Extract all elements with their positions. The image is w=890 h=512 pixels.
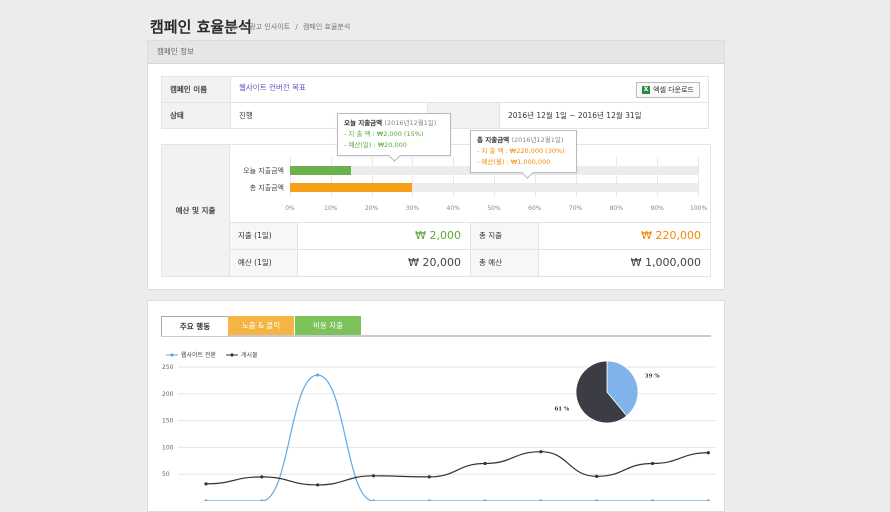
campaign-name-cell: 웹사이트 컨버전 목표 X 엑셀 다운로드 [230,76,709,103]
pie-slice-label: 39 % [645,374,661,380]
y-tick-label: 200 [162,391,174,398]
bar-label-today: 오늘 지출금액 [243,167,284,175]
axis-tick-label: 10% [324,205,338,212]
data-point [260,475,264,479]
tooltip-today-spent: - 지 출 액 : ₩2,000 (15%) [344,130,424,138]
campaign-info-card: 캠페인 정보 캠페인 이름 웹사이트 컨버전 목표 X 엑셀 다운로드 상태 진… [147,40,725,290]
y-tick-label: 50 [162,471,170,478]
spend-day-value: ₩ 2,000 [297,222,471,249]
breadcrumb-sep: / [241,23,245,31]
bar-total-spend[interactable] [290,183,413,192]
bar-track-total [290,183,698,192]
budget-total-value: ₩ 1,000,000 [538,249,711,276]
spend-total-value: ₩ 220,000 [538,222,711,249]
breadcrumb: 홈 / 광고 인사이트 / 캠페인 효율분석 [230,22,353,32]
breadcrumb-insight[interactable]: 광고 인사이트 [249,23,290,31]
axis-tick-label: 70% [568,205,583,212]
budget-section-label: 예산 및 지출 [162,145,230,276]
budget-total-label: 총 예산 [470,249,539,276]
tooltip-total-spent: - 지 출 액 : ₩220,000 (30%) [477,147,565,155]
axis-tick-label: 50% [487,205,501,212]
tooltip-today-header: 오늘 지출금액 (2016년12월1일) [344,118,444,129]
budget-day-label: 예산 (1일) [229,249,298,276]
bar-today-spend[interactable] [290,166,352,175]
campaign-name-value[interactable]: 웹사이트 컨버전 목표 [239,83,306,92]
data-point [371,474,376,478]
axis-tick-label: 40% [446,205,460,212]
tooltip-total-spend: 총 지출금액 (2016년12월1일) - 지 출 액 : ₩220,000 (… [470,130,577,179]
grid-line [698,157,699,197]
tooltip-today-date: (2016년12월1일) [384,119,437,127]
status-label: 상태 [161,102,231,129]
y-tick-label: 150 [162,418,174,425]
tooltip-total-date: (2016년12월1일) [511,136,564,144]
breadcrumb-sep: / [295,23,298,31]
campaign-name-label: 캠페인 이름 [161,76,231,103]
budget-summary: 지출 (1일) ₩ 2,000 총 지출 ₩ 220,000 예산 (1일) ₩… [229,222,711,276]
spend-total-label: 총 지출 [470,222,539,249]
series-line [205,451,709,486]
campaign-info-header: 캠페인 정보 [148,41,724,64]
data-point [427,475,431,479]
breadcrumb-home[interactable]: 홈 [230,23,236,31]
axis-tick-label: 0% [285,205,295,212]
period-value: 2016년 12월 1일 ~ 2016년 12월 31일 [499,102,709,129]
analysis-card: 주요 행동 노출 & 클릭 비용 지출 웹사이트 전환 게시물 250 200 15… [147,300,725,512]
spend-day-label: 지출 (1일) [229,222,298,249]
data-point [316,483,320,487]
tooltip-total-title: 총 지출금액 [477,136,510,144]
budget-day-value: ₩ 20,000 [297,249,471,276]
data-point [316,373,320,377]
axis-tick-label: 90% [650,205,664,212]
axis-tick-label: 20% [364,205,379,212]
data-point [595,474,599,478]
y-tick-label: 100 [162,444,174,451]
data-point [706,451,710,455]
excel-download-button[interactable]: X 엑셀 다운로드 [636,81,700,98]
data-point [650,461,655,466]
axis-tick-label: 80% [609,205,624,212]
axis-tick-label: 30% [405,205,420,212]
bar-label-total: 총 지출금액 [249,184,284,192]
axis-tick-label: 100% [690,205,708,212]
data-point [539,450,543,454]
axis-tick-label: 60% [528,205,542,212]
tooltip-total-header: 총 지출금액 (2016년12월1일) [477,135,570,146]
tooltip-today-spend: 오늘 지출금액 (2016년12월1일) - 지 출 액 : ₩2,000 (1… [337,113,451,162]
tooltip-today-title: 오늘 지출금액 [344,119,383,127]
y-tick-label: 250 [162,364,174,371]
excel-icon: X [642,85,651,94]
tooltip-total-budget: - 예산(월) : ₩1,000,000 [477,158,551,166]
data-point [483,461,487,466]
budget-section: 예산 및 지출 오늘 지출금액 총 지출금액 0% 10% 20% 30% 40% 50%… [161,144,711,277]
excel-download-label: 엑셀 다운로드 [653,85,694,94]
analysis-chart: 250 200 150 100 50 39 % 61 % [162,360,716,501]
pie-slice-label: 61 % [554,406,570,412]
breadcrumb-current: 캠페인 효율분석 [302,23,351,31]
data-point [204,482,208,486]
